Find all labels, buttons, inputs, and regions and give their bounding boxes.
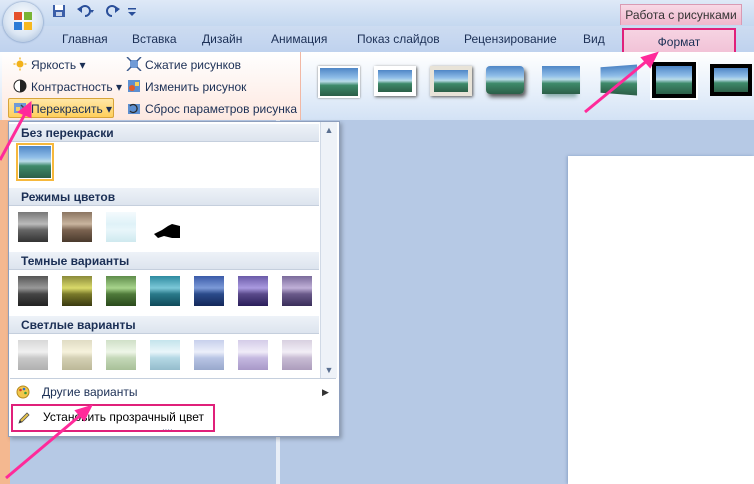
reset-picture-button[interactable]: Сброс параметров рисунка — [126, 99, 297, 119]
section-color-modes: Режимы цветов — [9, 188, 319, 206]
recolor-label: Перекрасить — [31, 102, 103, 116]
light-variant-swatch[interactable] — [282, 340, 312, 370]
reset-picture-label: Сброс параметров рисунка — [145, 102, 298, 116]
picture-style-thumb[interactable] — [650, 60, 698, 100]
compress-icon — [126, 57, 142, 71]
tab-insert[interactable]: Вставка — [132, 28, 177, 50]
tab-review[interactable]: Рецензирование — [464, 28, 557, 50]
picture-styles-gallery — [306, 58, 754, 110]
section-no-recolor: Без перекраски — [9, 124, 319, 142]
scroll-up-icon[interactable]: ▲ — [321, 125, 337, 135]
brightness-icon — [13, 57, 27, 71]
brightness-label: Яркость — [31, 58, 77, 72]
picture-style-thumb[interactable] — [374, 66, 416, 96]
palette-icon — [16, 385, 30, 399]
tab-home[interactable]: Главная — [62, 28, 108, 50]
save-icon[interactable] — [52, 4, 66, 20]
picture-style-thumb[interactable] — [542, 66, 580, 94]
office-logo-icon — [14, 12, 32, 30]
change-picture-button[interactable]: Изменить рисунок — [126, 77, 246, 97]
light-variant-swatch[interactable] — [150, 340, 180, 370]
dark-variant-swatch[interactable] — [150, 276, 180, 306]
dark-variant-swatch[interactable] — [282, 276, 312, 306]
tab-slideshow[interactable]: Показ слайдов — [357, 28, 440, 50]
tab-view[interactable]: Вид — [583, 28, 605, 50]
undo-icon[interactable] — [76, 4, 96, 20]
recolor-none-swatch[interactable] — [16, 143, 54, 181]
recolor-icon — [14, 103, 26, 113]
recolor-button[interactable]: Перекрасить ▾ — [8, 98, 114, 118]
section-light-variants: Светлые варианты — [9, 316, 319, 334]
chevron-right-icon: ▶ — [322, 387, 329, 397]
picture-style-thumb[interactable] — [486, 66, 524, 94]
set-transparent-color-label: Установить прозрачный цвет — [43, 410, 205, 424]
pen-icon — [18, 412, 30, 424]
dropdown-scrollbar[interactable]: ▲ ▼ — [320, 122, 337, 378]
set-transparent-color-item[interactable]: Установить прозрачный цвет — [11, 404, 215, 432]
contrast-label: Контрастность — [31, 80, 113, 94]
light-variant-swatch[interactable] — [238, 340, 268, 370]
contrast-button[interactable]: Контрастность ▾ — [12, 77, 122, 97]
dark-variant-swatch[interactable] — [106, 276, 136, 306]
resize-grip[interactable]: ···· — [162, 426, 182, 434]
dark-variant-swatch[interactable] — [18, 276, 48, 306]
context-title: Работа с рисунками — [620, 4, 742, 25]
brightness-button[interactable]: Яркость ▾ — [12, 55, 86, 75]
contrast-icon — [13, 79, 27, 93]
light-variant-swatch[interactable] — [106, 340, 136, 370]
light-variant-swatch[interactable] — [194, 340, 224, 370]
menu-separator — [10, 378, 336, 379]
change-picture-icon — [128, 80, 140, 92]
more-variants-item[interactable]: Другие варианты ▶ — [10, 381, 336, 403]
picture-style-thumb[interactable] — [318, 66, 360, 98]
color-mode-bw[interactable] — [150, 212, 180, 242]
dark-variant-swatch[interactable] — [238, 276, 268, 306]
picture-style-thumb[interactable] — [600, 64, 638, 96]
light-variant-swatch[interactable] — [62, 340, 92, 370]
light-variant-swatch[interactable] — [18, 340, 48, 370]
dark-variant-swatch[interactable] — [194, 276, 224, 306]
picture-style-thumb[interactable] — [710, 64, 752, 96]
picture-style-thumb[interactable] — [430, 66, 472, 96]
compress-label: Сжатие рисунков — [145, 58, 242, 72]
office-button[interactable] — [3, 2, 43, 42]
customize-qa-icon[interactable] — [126, 4, 142, 20]
color-mode-grayscale[interactable] — [18, 212, 48, 242]
section-dark-variants: Темные варианты — [9, 252, 319, 270]
tab-animation[interactable]: Анимация — [271, 28, 327, 50]
color-mode-sepia[interactable] — [62, 212, 92, 242]
scroll-down-icon[interactable]: ▼ — [321, 365, 337, 375]
reset-picture-icon — [128, 103, 140, 114]
redo-icon[interactable] — [106, 4, 122, 20]
slide-canvas[interactable] — [568, 156, 754, 484]
dark-variant-swatch[interactable] — [62, 276, 92, 306]
more-variants-label: Другие варианты — [42, 385, 138, 399]
compress-button[interactable]: Сжатие рисунков — [126, 55, 241, 75]
color-mode-washout[interactable] — [106, 212, 136, 242]
tab-design[interactable]: Дизайн — [202, 28, 242, 50]
change-picture-label: Изменить рисунок — [145, 80, 247, 94]
